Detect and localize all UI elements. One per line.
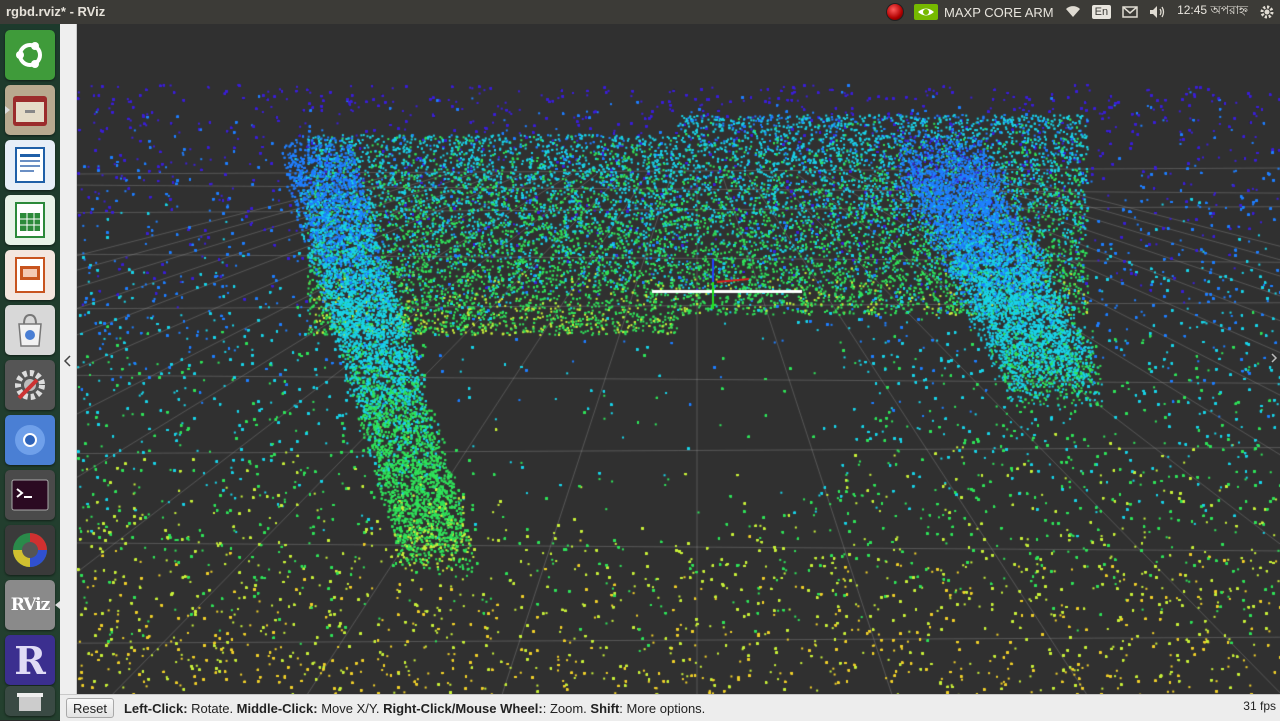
mouse-hint: Left-Click: Rotate. Middle-Click: Move X…	[124, 701, 705, 716]
trash-button[interactable]	[5, 686, 55, 716]
mail-icon[interactable]	[1121, 4, 1139, 20]
fps-counter: 31 fps	[1243, 699, 1276, 713]
top-panel: rgbd.rviz* - RViz MAXP CORE ARM En 12:45…	[0, 0, 1280, 24]
terminal-icon	[11, 479, 49, 511]
hint-left-click-key: Left-Click:	[123, 700, 188, 716]
nvidia-indicator[interactable]: MAXP CORE ARM	[914, 4, 1054, 20]
system-settings-icon	[15, 370, 45, 400]
clock[interactable]: 12:45 অপরাহ্ন	[1177, 2, 1248, 22]
expand-panel-handle-icon[interactable]	[63, 354, 73, 368]
calc-icon	[15, 202, 45, 238]
r-app-button[interactable]: R	[5, 635, 55, 685]
hint-middle-click-action: Move X/Y.	[317, 700, 384, 716]
ubuntu-dash-button[interactable]	[5, 30, 55, 80]
chromium-icon	[15, 425, 45, 455]
software-center-button[interactable]	[5, 305, 55, 355]
hint-right-click-key: Right-Click/Mouse Wheel:	[383, 700, 543, 716]
color-wheel-button[interactable]	[5, 525, 55, 575]
launcher-running-pip	[5, 106, 10, 114]
writer-button[interactable]	[5, 140, 55, 190]
volume-icon[interactable]	[1149, 4, 1167, 20]
launcher: RViz R	[0, 24, 60, 720]
expand-right-panel-icon[interactable]	[1270, 352, 1278, 364]
impress-button[interactable]	[5, 250, 55, 300]
hint-shift-action: : More options.	[619, 700, 706, 716]
calc-button[interactable]	[5, 195, 55, 245]
rviz-icon: RViz	[10, 595, 51, 615]
hint-shift-key: Shift	[590, 700, 620, 716]
rviz-button[interactable]: RViz	[5, 580, 60, 630]
system-settings-button[interactable]	[5, 360, 55, 410]
nvidia-icon	[914, 4, 939, 20]
reset-view-button[interactable]: Reset	[66, 698, 114, 718]
impress-icon	[15, 257, 45, 293]
files-button[interactable]	[5, 85, 55, 135]
render-viewport[interactable]	[77, 24, 1280, 694]
status-bar: Reset Left-Click: Rotate. Middle-Click: …	[60, 694, 1280, 721]
point-cloud-canvas[interactable]	[77, 24, 1280, 694]
trash-icon	[17, 693, 43, 711]
wifi-icon[interactable]	[1064, 4, 1082, 20]
hint-middle-click-key: Middle-Click:	[236, 700, 318, 716]
language-indicator[interactable]: En	[1091, 5, 1112, 19]
record-icon[interactable]	[886, 3, 905, 21]
files-icon	[13, 96, 47, 126]
software-center-icon	[18, 313, 42, 347]
hint-right-click-action: : Zoom.	[542, 700, 591, 716]
writer-icon	[15, 147, 45, 183]
nvidia-profile-label: MAXP CORE ARM	[944, 4, 1054, 20]
gear-icon[interactable]	[1258, 4, 1276, 20]
terminal-button[interactable]	[5, 470, 55, 520]
collapsed-side-panel[interactable]	[60, 24, 77, 694]
color-wheel-icon	[13, 533, 47, 567]
r-app-icon: R	[14, 637, 46, 683]
window-title: rgbd.rviz* - RViz	[6, 4, 106, 19]
hint-left-click-action: Rotate.	[187, 700, 237, 716]
chromium-button[interactable]	[5, 415, 55, 465]
ubuntu-dash-icon	[16, 42, 42, 68]
